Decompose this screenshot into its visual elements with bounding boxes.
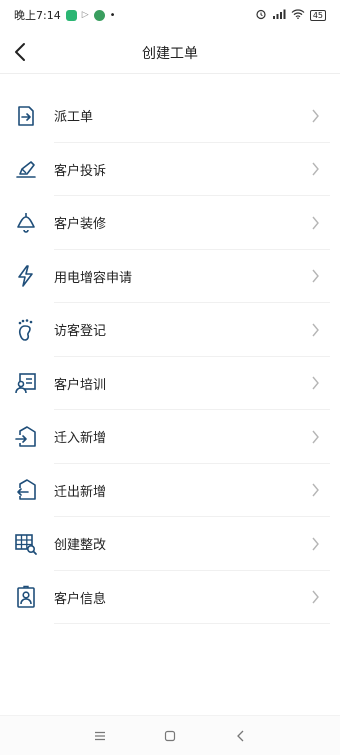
status-time: 晚上7:14 (14, 9, 61, 22)
chevron-right-icon (312, 376, 319, 390)
menu-item-move-out[interactable]: 迁出新增 (0, 464, 340, 518)
menu-item-label: 派工单 (54, 110, 94, 126)
menu-item-label: 访客登记 (54, 324, 107, 340)
menu-item-label: 迁出新增 (54, 484, 107, 500)
chevron-right-icon (312, 537, 319, 551)
menu-item-label: 创建整改 (54, 538, 107, 554)
menu-item-dispatch[interactable]: 派工单 (0, 89, 340, 143)
lightning-icon (18, 265, 33, 288)
chevron-right-icon (312, 590, 319, 604)
grid-search-icon (15, 533, 37, 555)
wifi-icon (291, 8, 305, 22)
menu-item-label: 客户培训 (54, 377, 107, 393)
ceiling-lamp-icon (17, 212, 35, 233)
app2-notification-icon (93, 9, 105, 21)
menu-item-rectification[interactable]: 创建整改 (0, 517, 340, 571)
status-bar: 晚上7:14 ▷ • 45 (0, 0, 340, 30)
menu-item-label: 客户信息 (54, 591, 107, 607)
menu-item-label: 迁入新增 (54, 431, 107, 447)
menu-item-move-in[interactable]: 迁入新增 (0, 410, 340, 464)
menu-item-visitor[interactable]: 访客登记 (0, 303, 340, 357)
chevron-right-icon (312, 109, 319, 123)
menu-item-customer-info[interactable]: 客户信息 (0, 571, 340, 625)
app-notification-icon (65, 9, 77, 21)
home-nav-button[interactable] (163, 729, 177, 743)
menu-nav-button[interactable] (93, 729, 107, 743)
chevron-right-icon (312, 323, 319, 337)
chevron-right-icon (312, 430, 319, 444)
menu-item-label: 客户装修 (54, 217, 107, 233)
chevron-right-icon (312, 269, 319, 283)
more-notification-icon: • (109, 9, 116, 21)
play-notification-icon: ▷ (81, 10, 89, 20)
menu-item-training[interactable]: 客户培训 (0, 357, 340, 411)
menu-item-complaint[interactable]: 客户投诉 (0, 143, 340, 197)
move-in-icon (15, 425, 36, 447)
chevron-right-icon (312, 216, 319, 230)
header: 创建工单 (0, 30, 340, 74)
menu-list: 派工单 客户投诉 客户装修 用电增容申请 访客登记 客户培训 迁入新增 迁出新增… (0, 89, 340, 624)
chevron-right-icon (312, 483, 319, 497)
menu-item-label: 用电增容申请 (54, 270, 133, 286)
menu-item-label: 客户投诉 (54, 163, 107, 179)
status-left: 晚上7:14 ▷ • (14, 7, 116, 23)
menu-item-renovation[interactable]: 客户装修 (0, 196, 340, 250)
back-nav-button[interactable] (234, 729, 248, 743)
signal-icon (272, 9, 286, 22)
footprint-icon (18, 318, 33, 341)
training-icon (15, 373, 36, 394)
alarm-icon (255, 8, 267, 23)
page-title: 创建工单 (142, 46, 198, 62)
system-nav-bar (0, 715, 340, 755)
id-badge-icon (17, 586, 35, 609)
chevron-right-icon (312, 162, 319, 176)
menu-item-power-increase[interactable]: 用电增容申请 (0, 250, 340, 304)
move-out-icon (17, 479, 36, 501)
status-right: 45 (255, 8, 326, 23)
dispatch-icon (18, 105, 34, 126)
complaint-pen-icon (16, 161, 36, 179)
battery-icon: 45 (309, 9, 326, 21)
